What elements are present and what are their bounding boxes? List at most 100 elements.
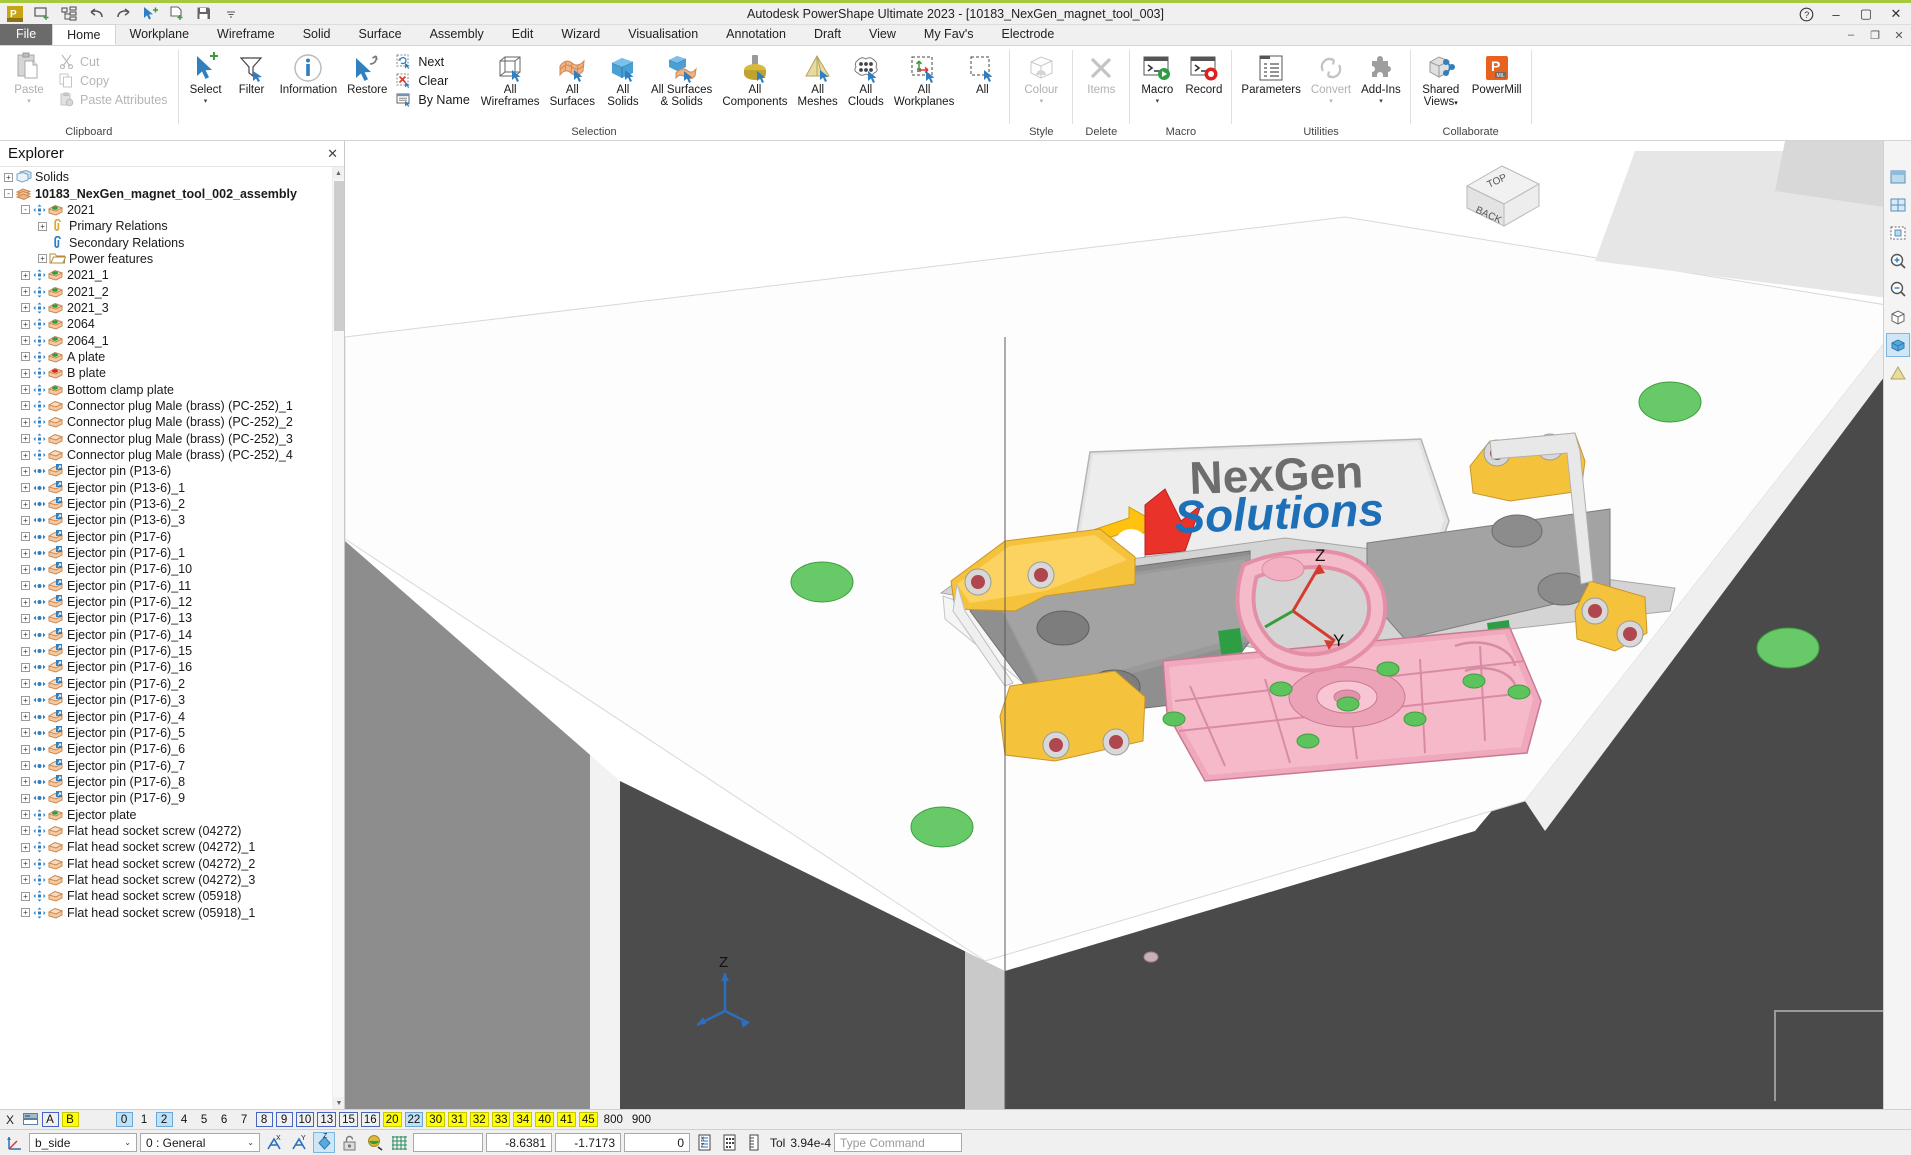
tree-expand-icon[interactable]: + <box>21 320 30 329</box>
view-shaded-icon[interactable] <box>1886 165 1910 189</box>
level-13[interactable]: 13 <box>317 1112 336 1127</box>
tree-node[interactable]: +Ejector pin (P13-6)_1 <box>0 480 344 496</box>
move-handle-icon[interactable] <box>32 432 47 446</box>
move-handle-icon[interactable] <box>32 906 47 920</box>
level-900[interactable]: 900 <box>629 1112 654 1127</box>
tab-solid[interactable]: Solid <box>289 24 345 45</box>
add-ins-caret-icon[interactable]: ▾ <box>1379 98 1383 106</box>
level-45[interactable]: 45 <box>579 1112 598 1127</box>
view-shaded-solid-icon[interactable] <box>1886 361 1910 385</box>
level-0[interactable]: 0 <box>116 1112 133 1127</box>
move-handle-icon[interactable] <box>32 268 47 282</box>
tree-node[interactable]: +Ejector plate <box>0 806 344 822</box>
keypad-icon[interactable] <box>718 1132 740 1153</box>
select-add-icon[interactable] <box>138 4 162 24</box>
level-20[interactable]: 20 <box>383 1112 402 1127</box>
move-handle-icon[interactable] <box>32 759 47 773</box>
level-41[interactable]: 41 <box>557 1112 576 1127</box>
tree-expand-icon[interactable]: + <box>21 826 30 835</box>
inner-restore-button[interactable]: ❐ <box>1867 27 1883 43</box>
zoom-in-icon[interactable] <box>1886 249 1910 273</box>
level-5[interactable]: 5 <box>196 1112 213 1127</box>
tree-node[interactable]: +A plate <box>0 349 344 365</box>
convert-caret-icon[interactable]: ▾ <box>1329 98 1333 106</box>
level-caret-icon[interactable]: ⌄ <box>244 1138 257 1147</box>
tree-expand-icon[interactable]: + <box>21 696 30 705</box>
tree-node[interactable]: +2021_1 <box>0 267 344 283</box>
workplane-axes-icon[interactable] <box>4 1132 26 1153</box>
level-40[interactable]: 40 <box>535 1112 554 1127</box>
tree-node[interactable]: +Flat head socket screw (04272)_3 <box>0 872 344 888</box>
tree-node[interactable]: +Ejector pin (P17-6)_14 <box>0 627 344 643</box>
tree-node[interactable]: +Flat head socket screw (05918) <box>0 888 344 904</box>
lock-icon[interactable] <box>338 1132 360 1153</box>
tree-expand-icon[interactable]: + <box>21 598 30 607</box>
tree-expand-icon[interactable]: + <box>21 614 30 623</box>
tree-expand-icon[interactable]: + <box>21 467 30 476</box>
move-handle-icon[interactable] <box>32 710 47 724</box>
colour-caret-icon[interactable]: ▾ <box>1040 98 1044 106</box>
tree-expand-icon[interactable]: + <box>21 434 30 443</box>
all-components-button[interactable]: AllComponents <box>717 49 792 108</box>
tree-expand-icon[interactable]: + <box>21 336 30 345</box>
tree-node[interactable]: +Ejector pin (P17-6)_4 <box>0 708 344 724</box>
scroll-down-icon[interactable]: ▼ <box>333 1097 344 1109</box>
move-handle-icon[interactable] <box>32 840 47 854</box>
level-31[interactable]: 31 <box>448 1112 467 1127</box>
move-handle-icon[interactable] <box>32 497 47 511</box>
move-handle-icon[interactable] <box>32 546 47 560</box>
tab-wireframe[interactable]: Wireframe <box>203 24 289 45</box>
tree-expand-icon[interactable]: + <box>21 875 30 884</box>
3d-viewport[interactable]: NexGen Solutions <box>345 141 1911 1109</box>
tree-node[interactable]: +Ejector pin (P17-6)_11 <box>0 578 344 594</box>
new-model-icon[interactable] <box>30 4 54 24</box>
tree-collapse-icon[interactable]: - <box>4 189 13 198</box>
powermill-button[interactable]: PMIL PowerMill <box>1467 49 1527 97</box>
principal-plane-y-icon[interactable]: Y <box>288 1132 310 1153</box>
view-fit-icon[interactable] <box>1886 221 1910 245</box>
move-handle-icon[interactable] <box>32 481 47 495</box>
tree-expand-icon[interactable]: + <box>21 516 30 525</box>
tree-expand-icon[interactable]: + <box>21 777 30 786</box>
tab-my-favs[interactable]: My Fav's <box>910 24 988 45</box>
inner-minimize-button[interactable]: – <box>1843 27 1859 43</box>
tree-expand-icon[interactable]: + <box>21 908 30 917</box>
tree-expand-icon[interactable]: + <box>21 483 30 492</box>
tree-node[interactable]: +Ejector pin (P13-6) <box>0 463 344 479</box>
command-input[interactable]: Type Command <box>834 1133 962 1152</box>
ribbon-tab-strip[interactable]: File Home Workplane Wireframe Solid Surf… <box>0 25 1911 46</box>
all-wireframes-button[interactable]: AllWireframes <box>476 49 545 108</box>
powershape-logo-icon[interactable]: P <box>3 4 27 24</box>
principal-plane-x-icon[interactable]: X <box>263 1132 285 1153</box>
all-solids-button[interactable]: AllSolids <box>600 49 646 108</box>
blank-field[interactable] <box>413 1133 483 1152</box>
move-handle-icon[interactable] <box>32 808 47 822</box>
tree-node[interactable]: -10183_NexGen_magnet_tool_002_assembly <box>0 185 344 201</box>
level-32[interactable]: 32 <box>470 1112 489 1127</box>
tab-electrode[interactable]: Electrode <box>988 24 1069 45</box>
record-button[interactable]: Record <box>1180 49 1227 97</box>
tree-node[interactable]: +Solids <box>0 169 344 185</box>
move-handle-icon[interactable] <box>32 726 47 740</box>
tree-node[interactable]: +Primary Relations <box>0 218 344 234</box>
move-handle-icon[interactable] <box>32 677 47 691</box>
undo-icon[interactable] <box>84 4 108 24</box>
coord-x-field[interactable]: -8.6381 <box>486 1133 552 1152</box>
delete-items-button[interactable]: Items <box>1077 49 1125 97</box>
minimize-button[interactable]: – <box>1821 3 1851 25</box>
move-handle-icon[interactable] <box>32 611 47 625</box>
tree-expand-icon[interactable]: + <box>21 745 30 754</box>
move-handle-icon[interactable] <box>32 415 47 429</box>
tree-expand-icon[interactable]: + <box>21 843 30 852</box>
level-16[interactable]: 16 <box>361 1112 380 1127</box>
tree-node[interactable]: +Flat head socket screw (05918)_1 <box>0 904 344 920</box>
coord-z-field[interactable]: 0 <box>624 1133 690 1152</box>
level-A[interactable]: A <box>42 1112 59 1127</box>
tree-collapse-icon[interactable]: - <box>21 205 30 214</box>
filter-button[interactable]: Filter <box>229 49 275 97</box>
tree-expand-icon[interactable]: + <box>21 712 30 721</box>
tree-expand-icon[interactable]: + <box>21 532 30 541</box>
level-6[interactable]: 6 <box>216 1112 233 1127</box>
move-handle-icon[interactable] <box>32 742 47 756</box>
tree-expand-icon[interactable]: + <box>21 369 30 378</box>
